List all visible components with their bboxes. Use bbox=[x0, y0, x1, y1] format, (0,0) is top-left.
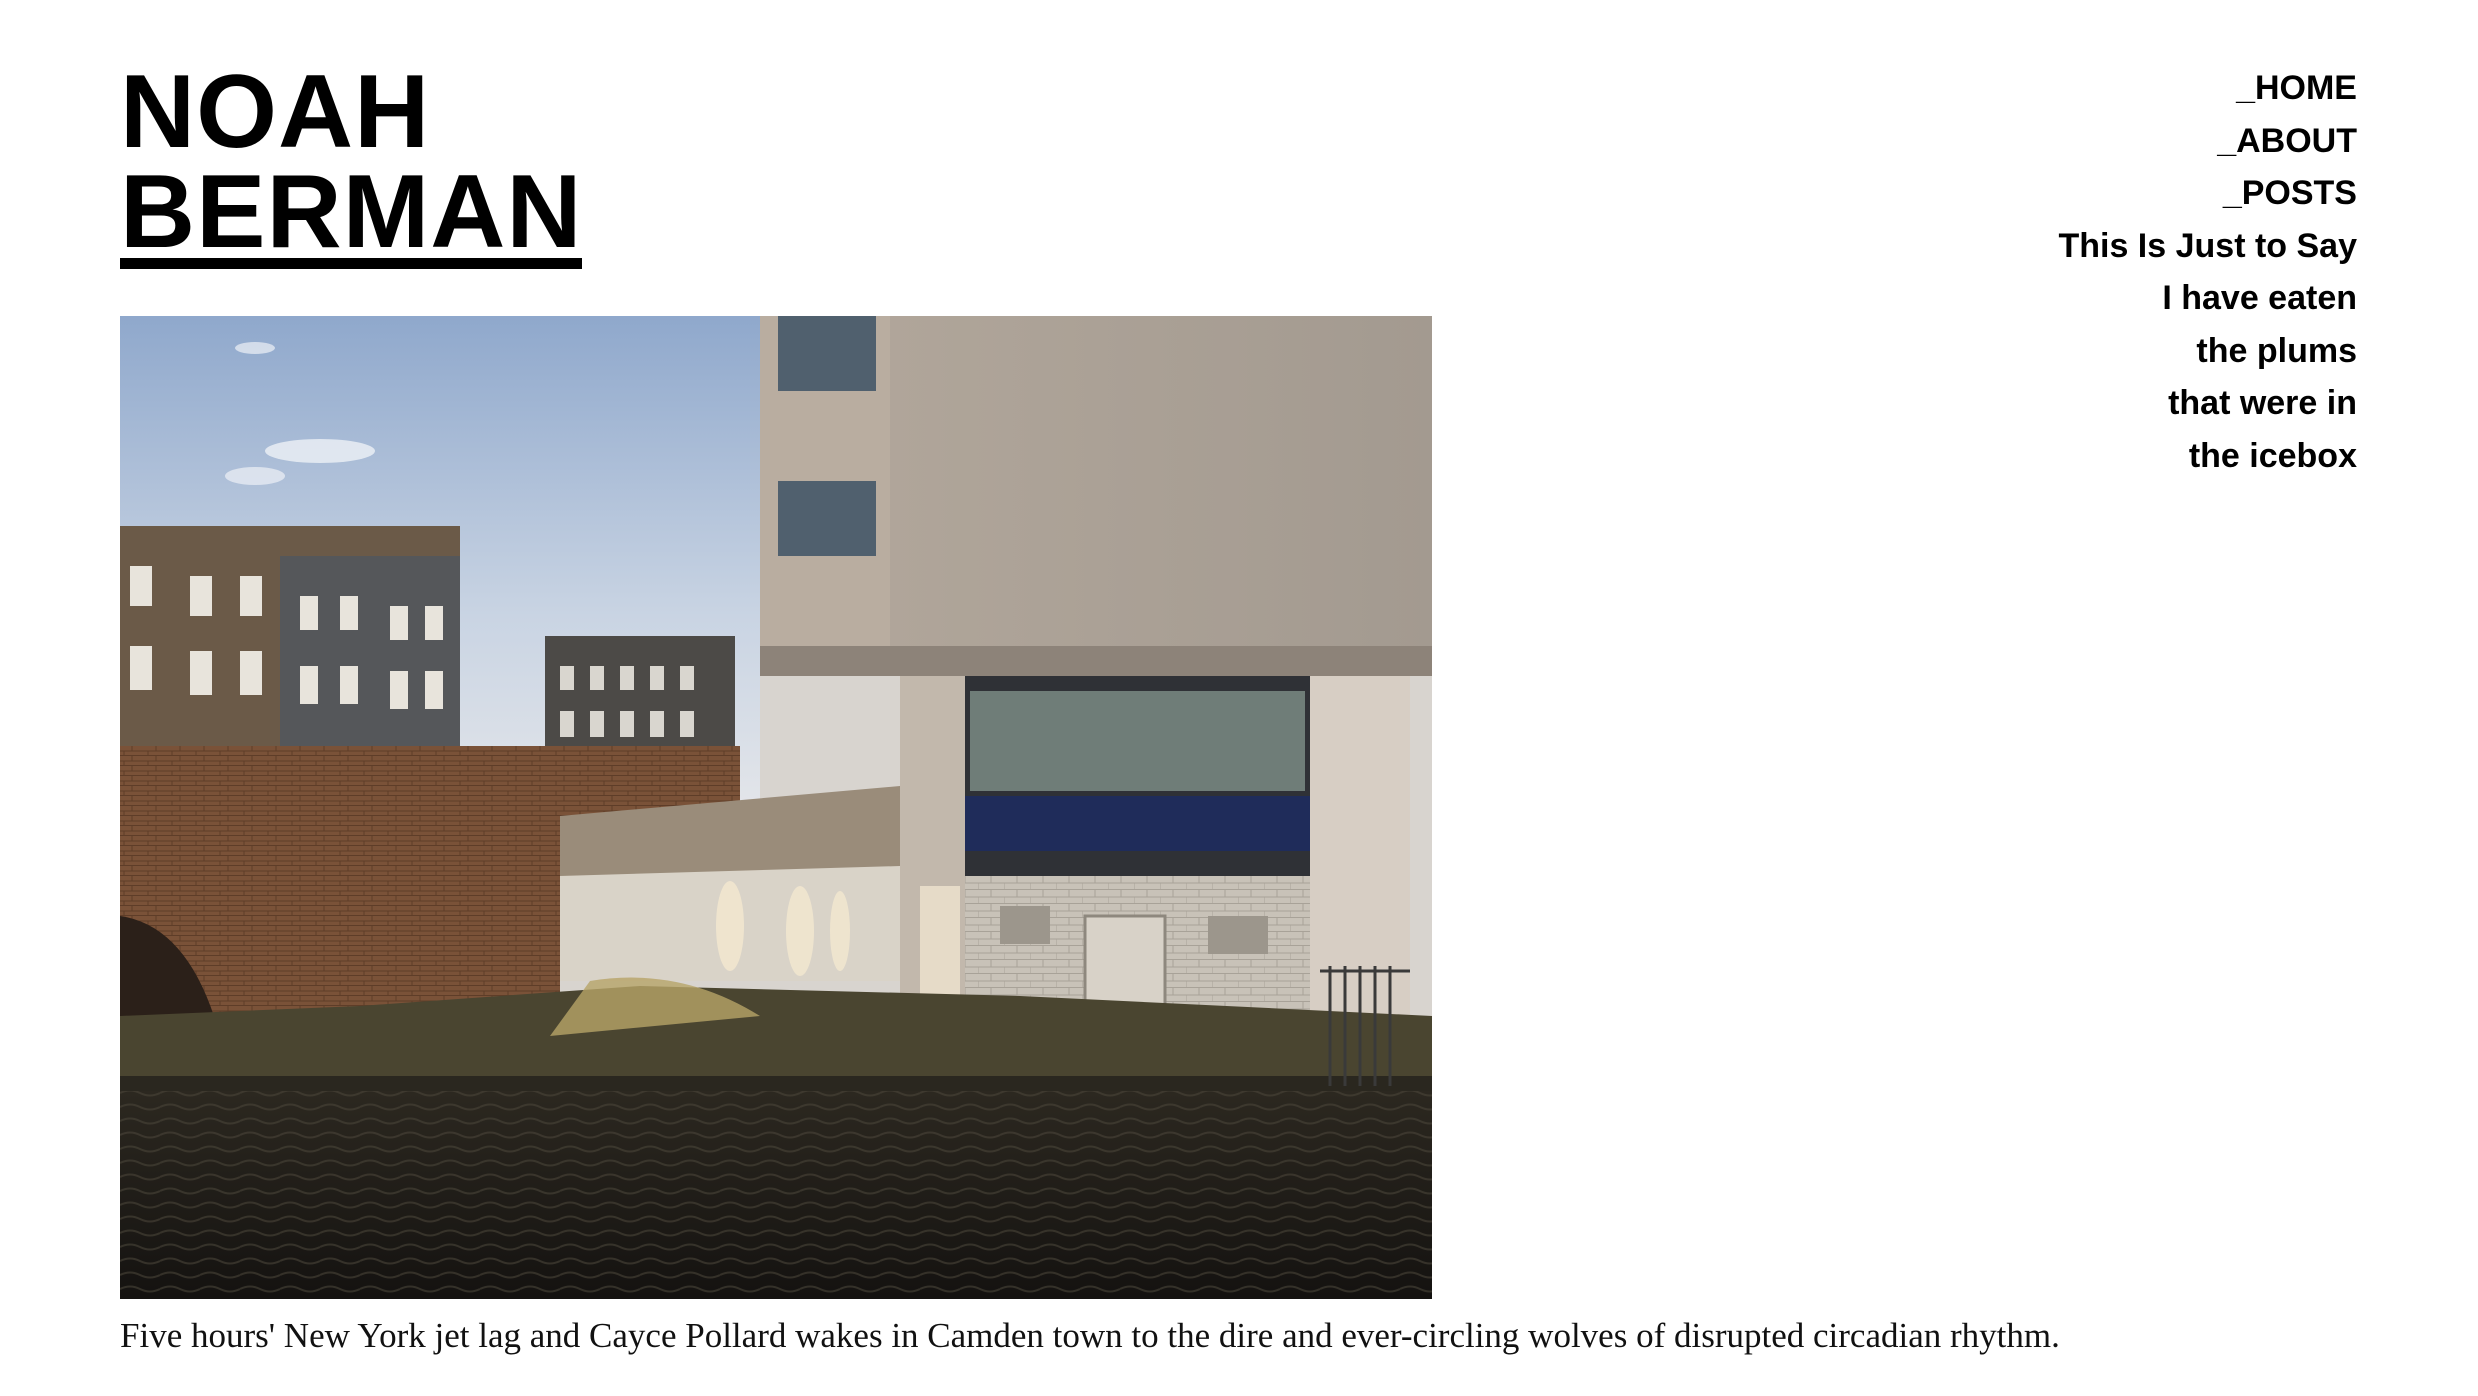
site-title-line-1: NOAH bbox=[120, 54, 431, 170]
nav-about-link[interactable]: _ABOUT bbox=[2058, 115, 2357, 168]
nav-poem-line: the plums bbox=[2196, 331, 2357, 370]
main-nav: _HOME _ABOUT _POSTS This Is Just to Say … bbox=[2058, 62, 2357, 482]
nav-poem-line: the icebox bbox=[2188, 436, 2357, 475]
nav-home-link[interactable]: _HOME bbox=[2058, 62, 2357, 115]
nav-poem-line: This Is Just to Say bbox=[2058, 226, 2357, 265]
site-title: NOAH BERMAN bbox=[120, 54, 583, 270]
post-caption: Five hours' New York jet lag and Cayce P… bbox=[120, 1316, 2060, 1355]
nav-poem-line: that were in bbox=[2168, 384, 2357, 422]
nav-posts-link[interactable]: _POSTS bbox=[2058, 167, 2357, 220]
nav-poem-line: I have eaten bbox=[2162, 279, 2357, 317]
site-title-link[interactable]: NOAH BERMAN bbox=[120, 54, 583, 270]
post-photo bbox=[120, 316, 1432, 1299]
canal-scene-image bbox=[120, 316, 1432, 1299]
site-title-line-2: BERMAN bbox=[120, 154, 583, 270]
